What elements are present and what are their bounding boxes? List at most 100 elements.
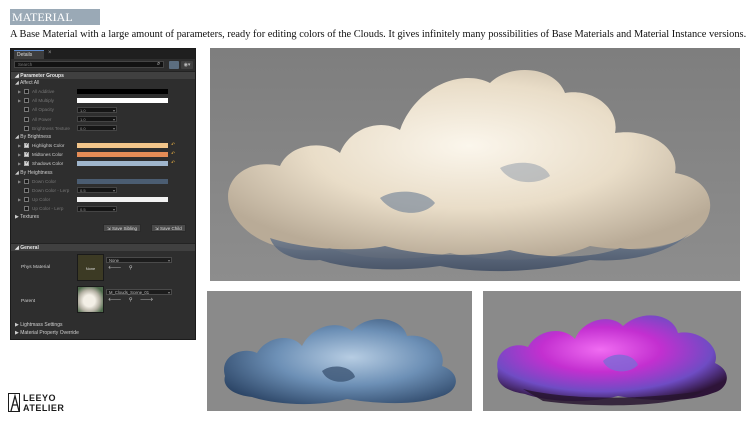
group-label: By Heightness <box>20 169 53 176</box>
close-icon[interactable]: × <box>48 50 52 56</box>
param-checkbox[interactable] <box>24 178 29 184</box>
reset-arrow-icon[interactable]: ↶ <box>171 159 175 168</box>
param-checkbox[interactable] <box>24 116 29 122</box>
param-checkbox[interactable] <box>24 159 29 168</box>
blue-cloud-render <box>207 291 472 411</box>
expand-arrow-icon[interactable]: ▶ <box>18 195 21 204</box>
expand-arrow-icon[interactable]: ▶ <box>18 159 21 168</box>
param-checkbox[interactable] <box>24 89 29 94</box>
grid-view-icon[interactable] <box>169 61 179 69</box>
param-row: ▶ Shadows Color ↶ <box>11 159 195 168</box>
parent-thumbnail[interactable] <box>77 286 104 314</box>
param-label: Brightness Texture <box>32 125 70 131</box>
search-icon[interactable]: ⌕ <box>157 61 164 68</box>
group-label: Material Property Override <box>20 330 79 337</box>
browse-arrow-icon[interactable]: 🡐 <box>108 265 124 271</box>
color-swatch[interactable] <box>77 161 168 167</box>
phys-material-thumbnail[interactable]: None <box>77 254 104 282</box>
param-label: All Additive <box>32 89 55 94</box>
param-row: ▶ Highlights Color ↶ <box>11 141 195 150</box>
param-row: ▶ Midtones Color ↶ <box>11 150 195 159</box>
group-by-brightness[interactable]: ◢ By Brightness <box>11 133 195 141</box>
expand-arrow-icon[interactable]: ▶ <box>18 141 21 150</box>
color-swatch[interactable] <box>77 142 168 148</box>
param-row: Up Color - Lerp 0.5 <box>11 204 195 213</box>
param-checkbox[interactable] <box>24 150 29 159</box>
param-checkbox[interactable] <box>24 107 29 113</box>
param-label: All Multiply <box>32 98 54 104</box>
reset-arrow-icon[interactable]: ↶ <box>171 150 175 159</box>
parent-dropdown[interactable]: M_Clouds_Scene_01 <box>106 289 172 296</box>
eye-icon[interactable]: ◉▾ <box>181 61 193 69</box>
param-row: Brightness Texture 0.0 <box>11 124 195 133</box>
parent-row: Parent M_Clouds_Scene_01 🡐 ⚲ 🡒 <box>11 283 195 315</box>
expand-arrow-icon[interactable]: ▶ <box>18 177 21 186</box>
number-field[interactable]: 0.5 <box>77 187 117 194</box>
expand-arrow-icon[interactable]: ▶ <box>18 150 21 159</box>
search-input[interactable] <box>14 61 164 68</box>
param-row: ▶ All Multiply <box>11 96 195 105</box>
number-field[interactable]: 1.0 <box>77 106 117 113</box>
param-label: Up Color <box>32 196 51 202</box>
color-swatch[interactable] <box>77 98 168 104</box>
group-textures[interactable]: ▶ Textures <box>11 213 195 221</box>
browse-arrow-icon[interactable]: 🡒 <box>140 297 156 303</box>
logo-line-2: ATELIER <box>23 403 65 413</box>
tab-details-label: Details <box>17 52 33 58</box>
phys-material-row: Phys Material None None 🡐 ⚲ <box>11 251 195 283</box>
tab-details[interactable]: Details <box>14 50 44 59</box>
category-parameter-groups[interactable]: ◢ Parameter Groups <box>11 71 195 79</box>
phys-material-dropdown[interactable]: None <box>106 257 172 264</box>
number-field[interactable]: 0.0 <box>77 125 117 132</box>
logo-mark <box>8 393 20 412</box>
param-label: Down Color - Lerp <box>32 187 70 193</box>
group-by-height[interactable]: ◢ By Heightness <box>11 169 195 177</box>
param-checkbox[interactable] <box>24 141 29 150</box>
phys-material-label: Phys Material <box>21 265 51 271</box>
search-row: ⌕ ◉▾ <box>11 59 195 71</box>
param-checkbox[interactable] <box>24 196 29 202</box>
param-row: All Opacity 1.0 <box>11 105 195 114</box>
expand-arrow-icon[interactable]: ▶ <box>18 87 21 96</box>
color-swatch[interactable] <box>77 152 168 158</box>
number-field[interactable]: 1.0 <box>77 116 117 123</box>
number-field[interactable]: 0.5 <box>77 205 117 212</box>
param-checkbox[interactable] <box>24 98 29 104</box>
param-label: All Power <box>32 116 52 122</box>
browse-arrow-icon[interactable]: 🡐 <box>108 297 124 303</box>
group-label: Textures <box>20 214 40 221</box>
expand-arrow-icon[interactable]: ▶ <box>18 96 21 105</box>
param-checkbox[interactable] <box>24 125 29 131</box>
section-title-banner: MATERIAL <box>10 9 100 25</box>
magnifier-icon[interactable]: ⚲ <box>129 297 136 303</box>
param-row: All Power 1.0 <box>11 115 195 124</box>
group-lightmass-settings[interactable]: ▶ Lightmass Settings <box>11 321 195 329</box>
white-cloud-render <box>210 48 740 281</box>
param-row: ▶ All Additive <box>11 87 195 96</box>
magnifier-icon[interactable]: ⚲ <box>129 265 136 271</box>
save-button-row: ⇲ Save Sibling ⇲ Save Child <box>11 221 195 235</box>
section-title: MATERIAL <box>12 10 73 24</box>
asset-picker-icons: 🡐 ⚲ <box>108 265 135 271</box>
param-label: Highlights Color <box>32 142 65 148</box>
parent-label: Parent <box>21 299 36 305</box>
param-label: Shadows Color <box>32 161 64 167</box>
group-material-property-override[interactable]: ▶ Material Property Override <box>11 329 195 337</box>
save-sibling-button[interactable]: ⇲ Save Sibling <box>103 224 142 233</box>
save-child-button[interactable]: ⇲ Save Child <box>151 224 186 233</box>
param-checkbox[interactable] <box>24 187 29 193</box>
group-affect-all[interactable]: ◢ Affect All <box>11 79 195 87</box>
color-swatch[interactable] <box>77 178 168 184</box>
logo-line-1: LEEYO <box>23 393 57 403</box>
param-label: Down Color <box>32 178 56 184</box>
param-checkbox[interactable] <box>24 206 29 212</box>
reset-arrow-icon[interactable]: ↶ <box>171 141 175 150</box>
color-swatch[interactable] <box>77 89 168 94</box>
color-swatch[interactable] <box>77 196 168 202</box>
group-label: Affect All <box>19 80 40 86</box>
group-label: Lightmass Settings <box>20 322 63 329</box>
param-label: All Opacity <box>32 107 54 113</box>
param-label: Up Color - Lerp <box>32 206 64 212</box>
param-row: ▶ Up Color <box>11 195 195 204</box>
category-general[interactable]: ◢ General <box>11 243 195 252</box>
